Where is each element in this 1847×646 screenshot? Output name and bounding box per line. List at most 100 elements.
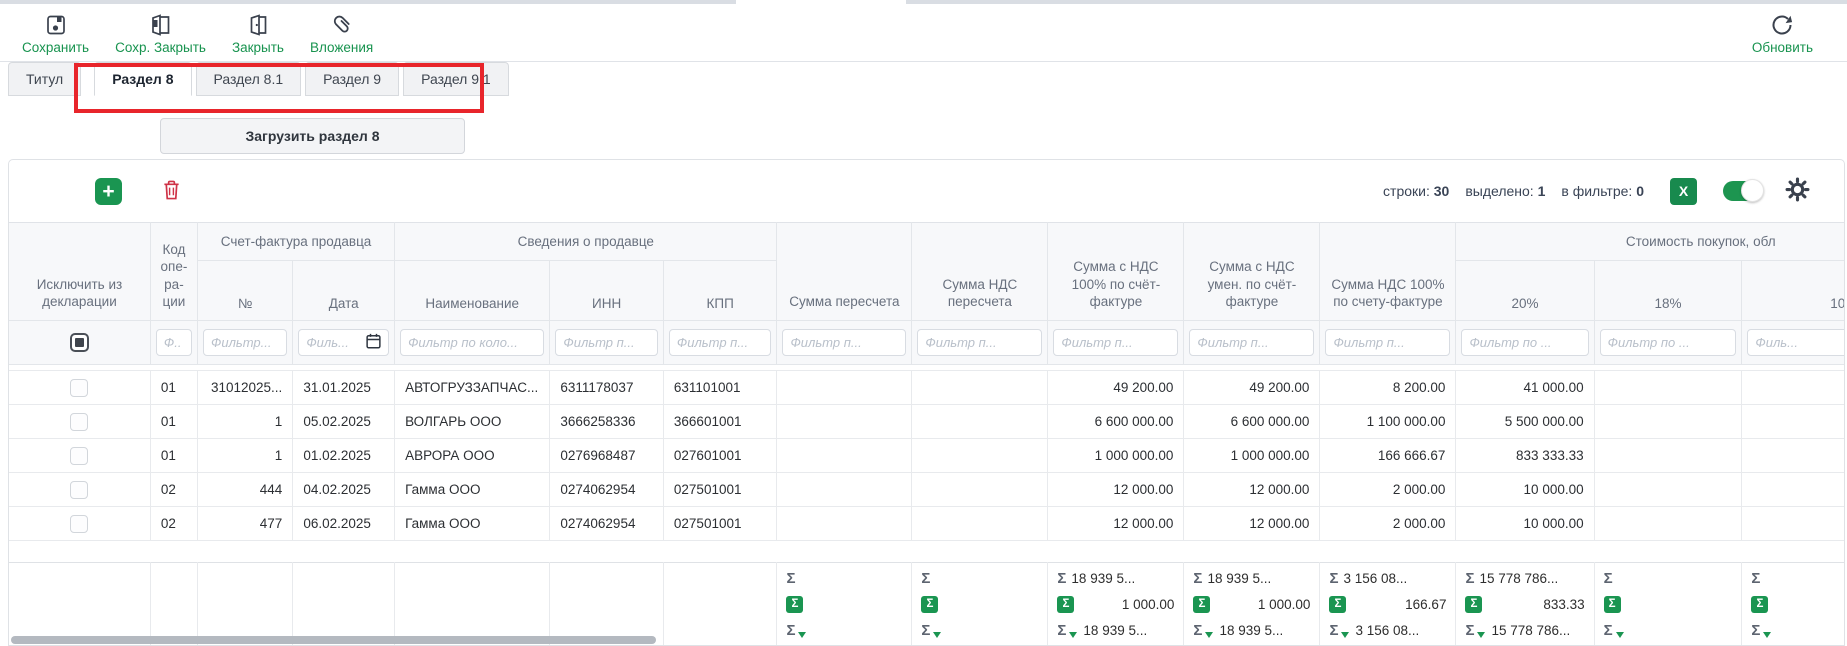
cell-rate-20: 41 000.00: [1456, 371, 1594, 405]
add-row-button[interactable]: +: [95, 178, 122, 205]
row-checkbox[interactable]: [70, 447, 88, 465]
sum-selected-icon: Σ: [1604, 596, 1621, 613]
header-vat-100[interactable]: Сумма НДС 100% по счету-фактуре: [1320, 223, 1456, 321]
save-close-label: Сохр. Закрыть: [115, 40, 206, 55]
filter-sum-vat-100[interactable]: Фильтр п...: [1053, 329, 1178, 356]
table-row[interactable]: 01 1 01.02.2025 АВРОРА ООО 0276968487 02…: [9, 439, 1844, 473]
header-rate-18[interactable]: 18%: [1594, 261, 1742, 321]
group-header-seller: Сведения о продавце: [395, 223, 777, 261]
tab-titul[interactable]: Титул: [8, 62, 81, 96]
header-inn[interactable]: ИНН: [550, 261, 664, 321]
cell-vat-100: 2 000.00: [1320, 473, 1456, 507]
header-recalc-vat[interactable]: Сумма НДС пересчета: [912, 223, 1048, 321]
filter-op-code[interactable]: Ф..: [156, 329, 192, 356]
filter-number[interactable]: Фильтр...: [203, 329, 287, 356]
trash-icon: [162, 179, 181, 204]
rows-count: строки: 30: [1383, 183, 1449, 199]
header-sum-vat-reduced[interactable]: Сумма с НДС умен. по счёт-фактуре: [1184, 223, 1320, 321]
cell-number: 1: [198, 439, 293, 473]
filter-row: Ф.. Фильтр... Филь... Фильтр по коло... …: [9, 321, 1844, 365]
funnel-icon: [1477, 632, 1485, 638]
header-rate-20[interactable]: 20%: [1456, 261, 1594, 321]
cell-number: 477: [198, 507, 293, 541]
filter-date[interactable]: Филь...: [298, 329, 389, 356]
footer-gap-row: [9, 541, 1844, 563]
totals-sum-vat-reduced: Σ18 939 5... Σ1 000.00 Σ18 939 5...: [1184, 563, 1320, 646]
sum-filtered-icon: Σ: [1057, 623, 1066, 638]
funnel-icon: [1763, 632, 1771, 638]
filter-kpp[interactable]: Фильтр п...: [669, 329, 772, 356]
header-kpp[interactable]: КПП: [663, 261, 777, 321]
header-rate-10[interactable]: 10%: [1742, 261, 1844, 321]
cell-sum-vat-100: 12 000.00: [1048, 507, 1184, 541]
cell-vat-100: 8 200.00: [1320, 371, 1456, 405]
filter-rate-10[interactable]: Филь...: [1747, 329, 1844, 356]
filter-inn[interactable]: Фильтр п...: [555, 329, 658, 356]
cell-name: АВРОРА ООО: [395, 439, 550, 473]
funnel-icon: [1616, 632, 1624, 638]
cell-date: 04.02.2025: [293, 473, 395, 507]
sum-filtered-icon: Σ: [1329, 623, 1338, 638]
cell-rate-20: 10 000.00: [1456, 507, 1594, 541]
row-checkbox[interactable]: [70, 481, 88, 499]
select-all-indeterminate-mark: [75, 338, 84, 347]
selected-count: выделено: 1: [1465, 183, 1545, 199]
sum-icon: Σ: [1329, 571, 1338, 586]
delete-row-button[interactable]: [162, 179, 181, 204]
table-row[interactable]: 01 1 05.02.2025 ВОЛГАРЬ ООО 3666258336 3…: [9, 405, 1844, 439]
header-name[interactable]: Наименование: [395, 261, 550, 321]
main-toolbar: Сохранить Сохр. Закрыть Закрыть Вложения…: [0, 0, 1847, 62]
cell-vat-100: 166 666.67: [1320, 439, 1456, 473]
calendar-icon[interactable]: [366, 333, 381, 352]
cell-date: 01.02.2025: [293, 439, 395, 473]
row-checkbox[interactable]: [70, 379, 88, 397]
tab-razdel-8-1[interactable]: Раздел 8.1: [196, 62, 302, 96]
cell-number: 1: [198, 405, 293, 439]
export-excel-button[interactable]: X: [1670, 178, 1697, 205]
save-close-button[interactable]: Сохр. Закрыть: [115, 13, 206, 55]
header-date[interactable]: Дата: [293, 261, 395, 321]
save-button[interactable]: Сохранить: [22, 13, 89, 55]
table-row[interactable]: 02 477 06.02.2025 Гамма ООО 0274062954 0…: [9, 507, 1844, 541]
cell-inn: 0274062954: [550, 507, 664, 541]
table-row[interactable]: 01 31012025... 31.01.2025 АВТОГРУЗЗАПЧАС…: [9, 371, 1844, 405]
cell-sum-vat-reduced: 12 000.00: [1184, 473, 1320, 507]
funnel-icon: [1341, 632, 1349, 638]
filter-toggle[interactable]: [1723, 181, 1761, 201]
sum-selected-icon: Σ: [1329, 596, 1346, 613]
section-tabs: Титул Раздел 8 Раздел 8.1 Раздел 9 Разде…: [0, 62, 1847, 96]
cell-sum-vat-reduced: 6 600 000.00: [1184, 405, 1320, 439]
tab-razdel-8[interactable]: Раздел 8: [94, 62, 191, 96]
header-sum-vat-100[interactable]: Сумма с НДС 100% по счёт-фактуре: [1048, 223, 1184, 321]
cell-name: ВОЛГАРЬ ООО: [395, 405, 550, 439]
attachments-button[interactable]: Вложения: [310, 13, 373, 55]
load-section-8-button[interactable]: Загрузить раздел 8: [160, 118, 465, 154]
header-recalc-sum[interactable]: Сумма пересчета: [777, 223, 912, 321]
row-checkbox[interactable]: [70, 515, 88, 533]
totals-rate-20: Σ15 778 786... Σ833.33 Σ15 778 786...: [1456, 563, 1594, 646]
settings-button[interactable]: [1785, 177, 1810, 205]
filter-name[interactable]: Фильтр по коло...: [400, 329, 544, 356]
table-row[interactable]: 02 444 04.02.2025 Гамма ООО 0274062954 0…: [9, 473, 1844, 507]
filter-sum-vat-reduced[interactable]: Фильтр п...: [1189, 329, 1314, 356]
filtered-count: в фильтре: 0: [1561, 183, 1644, 199]
filter-rate-20[interactable]: Фильтр по ...: [1461, 329, 1588, 356]
filter-recalc-sum[interactable]: Фильтр п...: [782, 329, 906, 356]
header-number[interactable]: №: [198, 261, 293, 321]
tab-razdel-9[interactable]: Раздел 9: [305, 62, 399, 96]
totals-row: Σ Σ Σ Σ Σ Σ Σ18 939 5... Σ1 000.00 Σ: [9, 563, 1844, 646]
filter-recalc-vat[interactable]: Фильтр п...: [917, 329, 1042, 356]
attachments-label: Вложения: [310, 40, 373, 55]
filter-vat-100[interactable]: Фильтр п...: [1325, 329, 1450, 356]
group-header-invoice: Счет-фактура продавца: [198, 223, 395, 261]
tab-razdel-9-1[interactable]: Раздел 9.1: [403, 62, 509, 96]
refresh-button[interactable]: Обновить: [1752, 13, 1813, 55]
row-checkbox[interactable]: [70, 413, 88, 431]
select-all-checkbox[interactable]: [70, 333, 89, 352]
header-exclude[interactable]: Исключить из декларации: [9, 223, 150, 321]
close-button[interactable]: Закрыть: [232, 13, 284, 55]
header-op-code[interactable]: Код опе-ра-ции: [150, 223, 197, 321]
horizontal-scrollbar[interactable]: [11, 636, 656, 644]
sum-filtered-icon: Σ: [921, 623, 930, 638]
filter-rate-18[interactable]: Фильтр по ...: [1600, 329, 1737, 356]
